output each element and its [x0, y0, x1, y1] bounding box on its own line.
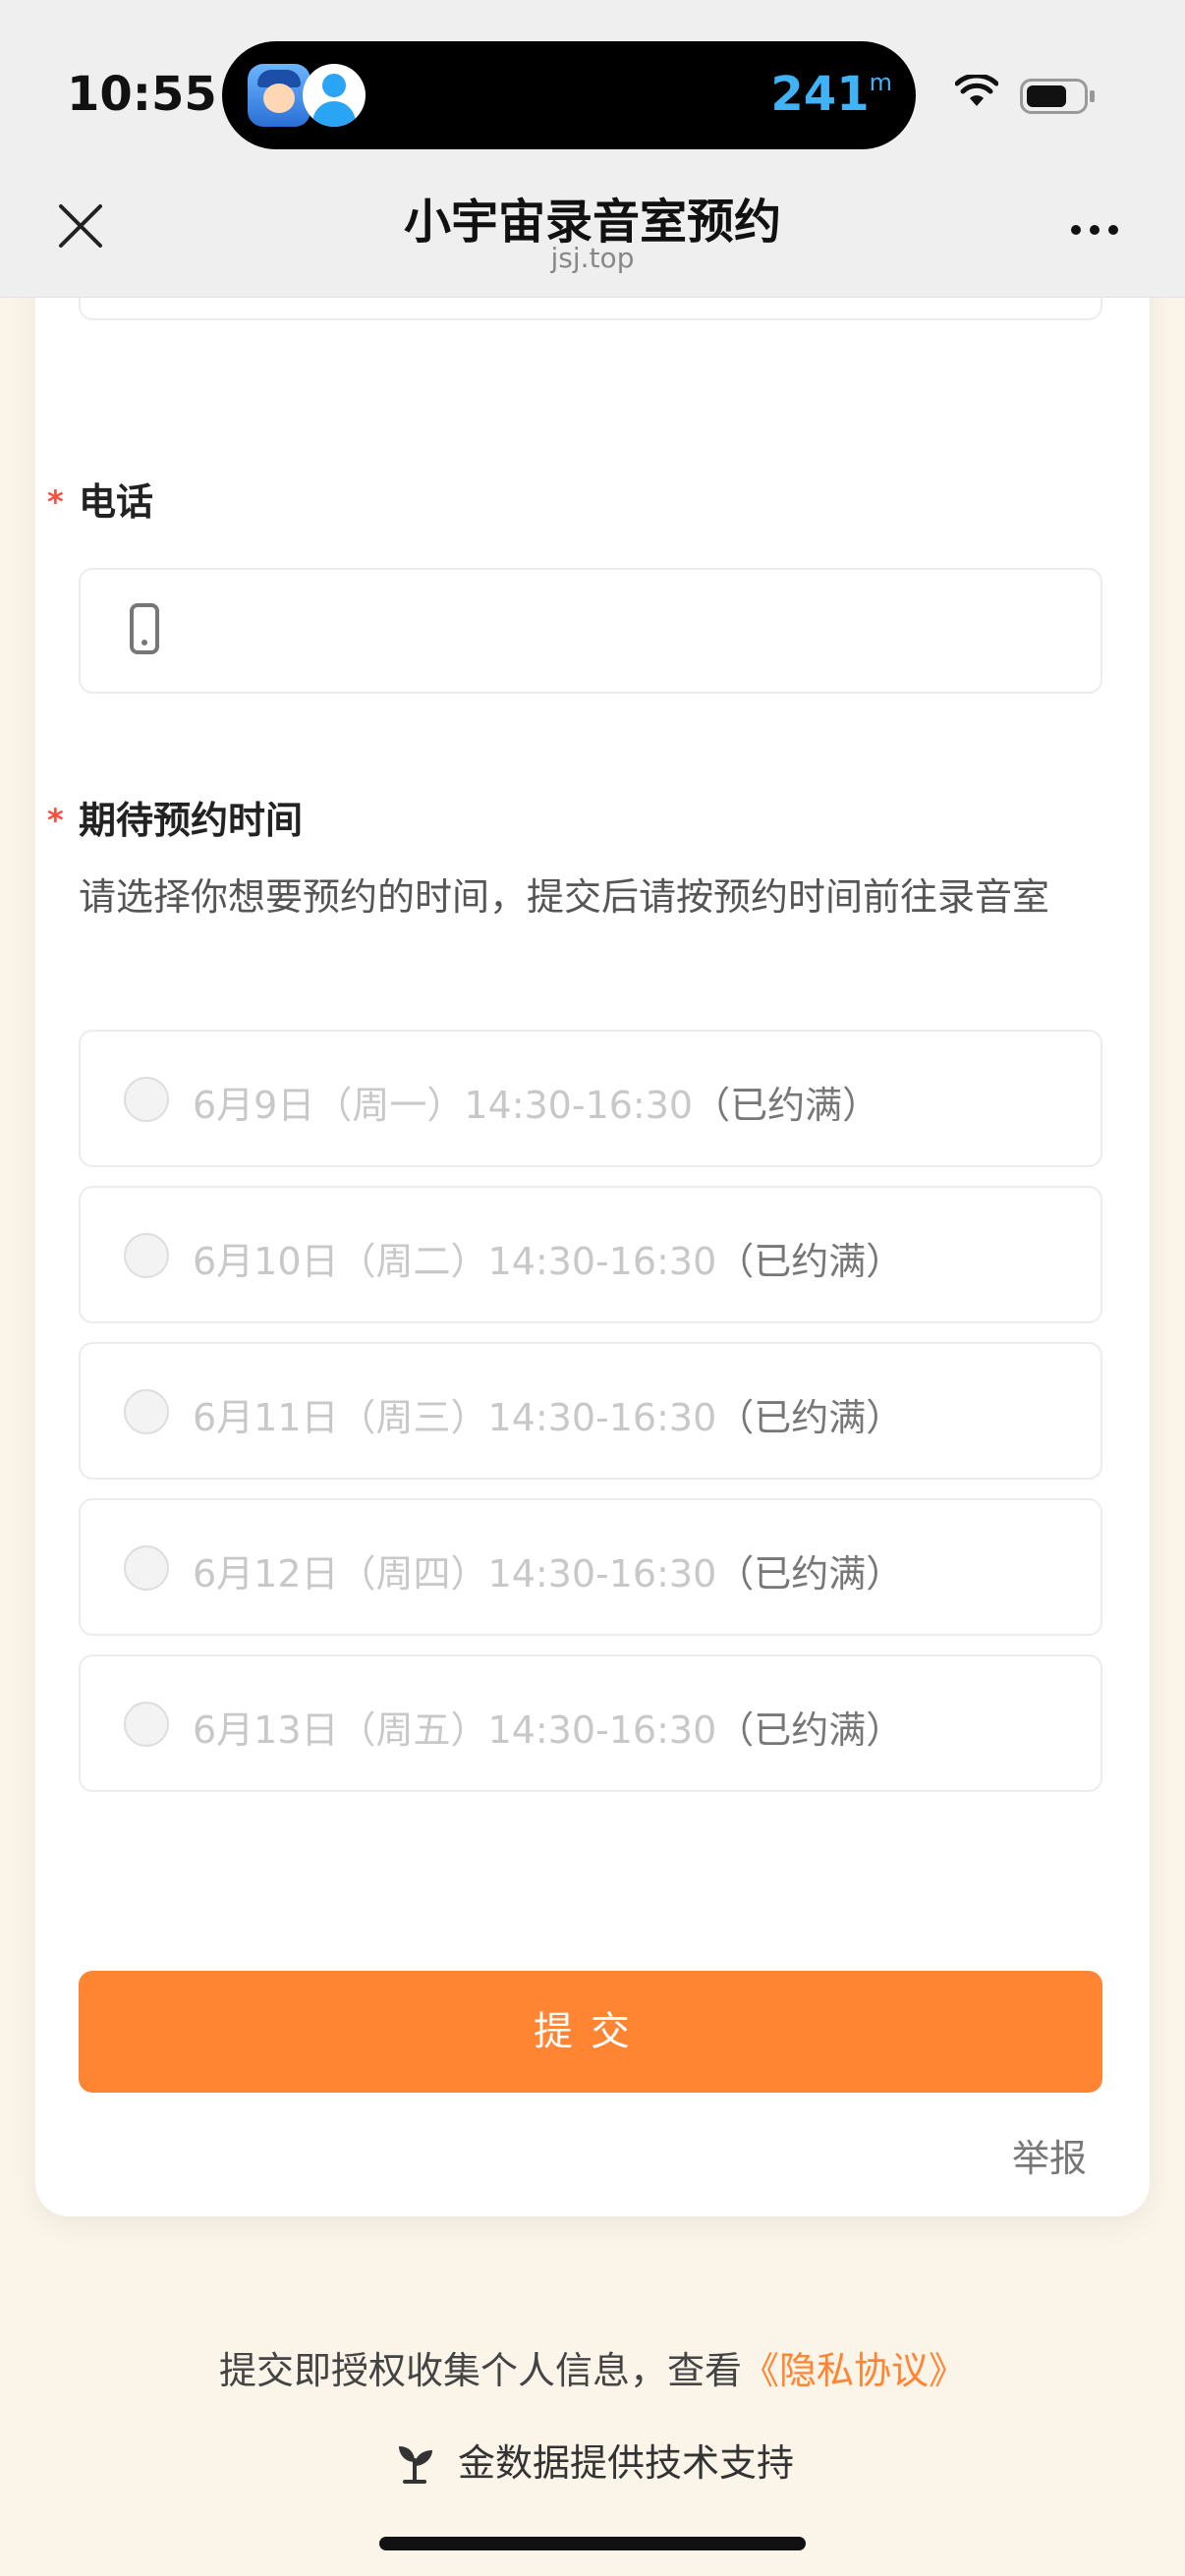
battery-icon — [1020, 79, 1095, 114]
option-label: 6月9日（周一）14:30-16:30（已约满） — [193, 1084, 880, 1127]
time-option[interactable]: 6月12日（周四）14:30-16:30（已约满） — [79, 1498, 1102, 1636]
wifi-icon — [955, 75, 998, 106]
form-card: * 电话 * 期待预约时间 请选择你想要预约的时间，提交后请按预约时间前往录音室… — [35, 187, 1150, 2216]
consent-text: 提交即授权收集个人信息，查看 — [218, 2349, 742, 2392]
jinshuju-leaf-icon — [398, 2445, 432, 2484]
tech-support[interactable]: 金数据提供技术支持 — [0, 2433, 1185, 2490]
option-label: 6月11日（周三）14:30-16:30（已约满） — [193, 1396, 904, 1439]
radio-button[interactable] — [124, 1702, 169, 1747]
page-url: jsj.top — [550, 242, 635, 274]
time-option[interactable]: 6月13日（周五）14:30-16:30（已约满） — [79, 1654, 1102, 1792]
contact-avatar-icon — [303, 64, 366, 127]
time-label: 期待预约时间 — [79, 799, 304, 842]
option-label: 6月13日（周五）14:30-16:30（已约满） — [193, 1708, 904, 1752]
privacy-link[interactable]: 《隐私协议》 — [742, 2349, 966, 2392]
more-icon[interactable] — [1071, 220, 1127, 239]
required-marker: * — [47, 483, 64, 521]
phone-field[interactable] — [79, 568, 1102, 694]
radio-button[interactable] — [124, 1545, 169, 1591]
support-text: 金数据提供技术支持 — [457, 2441, 794, 2485]
top-bar: 10:55 241m 小宇宙录音室预约 jsj.top — [0, 0, 1185, 298]
distance-readout: 241m — [770, 67, 892, 122]
status-time: 10:55 — [67, 67, 217, 122]
time-option[interactable]: 6月9日（周一）14:30-16:30（已约满） — [79, 1030, 1102, 1167]
radio-button[interactable] — [124, 1077, 169, 1122]
radio-button[interactable] — [124, 1233, 169, 1278]
consent-notice: 提交即授权收集个人信息，查看《隐私协议》 — [0, 2340, 1185, 2394]
option-label: 6月10日（周二）14:30-16:30（已约满） — [193, 1240, 904, 1283]
option-label: 6月12日（周四）14:30-16:30（已约满） — [193, 1552, 904, 1596]
time-option[interactable]: 6月11日（周三）14:30-16:30（已约满） — [79, 1342, 1102, 1480]
distance-unit: m — [869, 69, 892, 96]
report-link[interactable]: 举报 — [1012, 2128, 1087, 2182]
required-marker: * — [47, 802, 64, 839]
time-hint: 请选择你想要预约的时间，提交后请按预约时间前往录音室 — [79, 875, 1050, 919]
distance-value: 241 — [770, 67, 870, 122]
radio-button[interactable] — [124, 1389, 169, 1434]
time-option[interactable]: 6月10日（周二）14:30-16:30（已约满） — [79, 1186, 1102, 1323]
phone-icon — [130, 603, 159, 654]
dynamic-island[interactable]: 241m — [222, 41, 916, 149]
submit-button[interactable]: 提交 — [79, 1971, 1102, 2093]
app-avatar-icon — [248, 64, 310, 127]
home-indicator[interactable] — [379, 2537, 806, 2550]
phone-label: 电话 — [79, 480, 154, 524]
